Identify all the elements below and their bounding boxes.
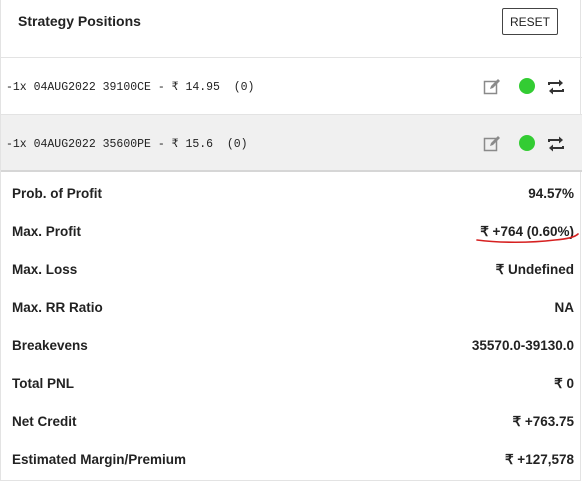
stat-estimated-margin: Estimated Margin/Premium ₹ +127,578 (1, 440, 582, 478)
stat-label: Max. Profit (12, 224, 82, 239)
stat-value: 94.57% (528, 186, 574, 201)
stat-label: Breakevens (12, 338, 88, 353)
position-row[interactable]: -1x 04AUG2022 35600PE - ₹ 15.6 (0) (1, 115, 582, 172)
panel-header: Strategy Positions RESET (1, 0, 582, 58)
stat-net-credit: Net Credit ₹ +763.75 (1, 402, 582, 440)
stat-value: ₹ +127,578 (504, 452, 574, 467)
strategy-positions-panel: Strategy Positions RESET -1x 04AUG2022 3… (0, 0, 582, 481)
status-dot-icon (519, 135, 535, 151)
stat-total-pnl: Total PNL ₹ 0 (1, 364, 582, 402)
position-row[interactable]: -1x 04AUG2022 39100CE - ₹ 14.95 (0) (1, 58, 582, 115)
reset-button[interactable]: RESET (502, 8, 558, 35)
stat-label: Max. Loss (12, 262, 78, 277)
stat-label: Estimated Margin/Premium (12, 452, 187, 467)
stat-label: Max. RR Ratio (12, 300, 103, 315)
edit-icon[interactable] (483, 135, 501, 153)
stat-value: ₹ +763.75 (512, 414, 574, 429)
stat-value: 35570.0-39130.0 (471, 338, 574, 353)
stat-value: NA (554, 300, 575, 315)
position-label: -1x 04AUG2022 35600PE - ₹ 15.6 (0) (6, 138, 248, 151)
edit-icon[interactable] (483, 78, 501, 96)
red-underline-annotation (476, 233, 579, 244)
stat-breakevens: Breakevens 35570.0-39130.0 (1, 326, 582, 364)
status-dot-icon (519, 78, 535, 94)
stat-value: ₹ 0 (554, 376, 574, 391)
stat-prob-of-profit: Prob. of Profit 94.57% (1, 174, 582, 212)
stat-label: Prob. of Profit (12, 186, 102, 201)
position-label: -1x 04AUG2022 39100CE - ₹ 14.95 (0) (6, 81, 255, 94)
stat-label: Net Credit (12, 414, 77, 429)
swap-arrows-icon[interactable] (546, 78, 566, 96)
stat-max-loss: Max. Loss ₹ Undefined (1, 250, 582, 288)
panel-title: Strategy Positions (18, 13, 141, 29)
stat-value: ₹ Undefined (495, 262, 574, 277)
stat-label: Total PNL (12, 376, 74, 391)
swap-arrows-icon[interactable] (546, 135, 566, 153)
stat-max-rr-ratio: Max. RR Ratio NA (1, 288, 582, 326)
